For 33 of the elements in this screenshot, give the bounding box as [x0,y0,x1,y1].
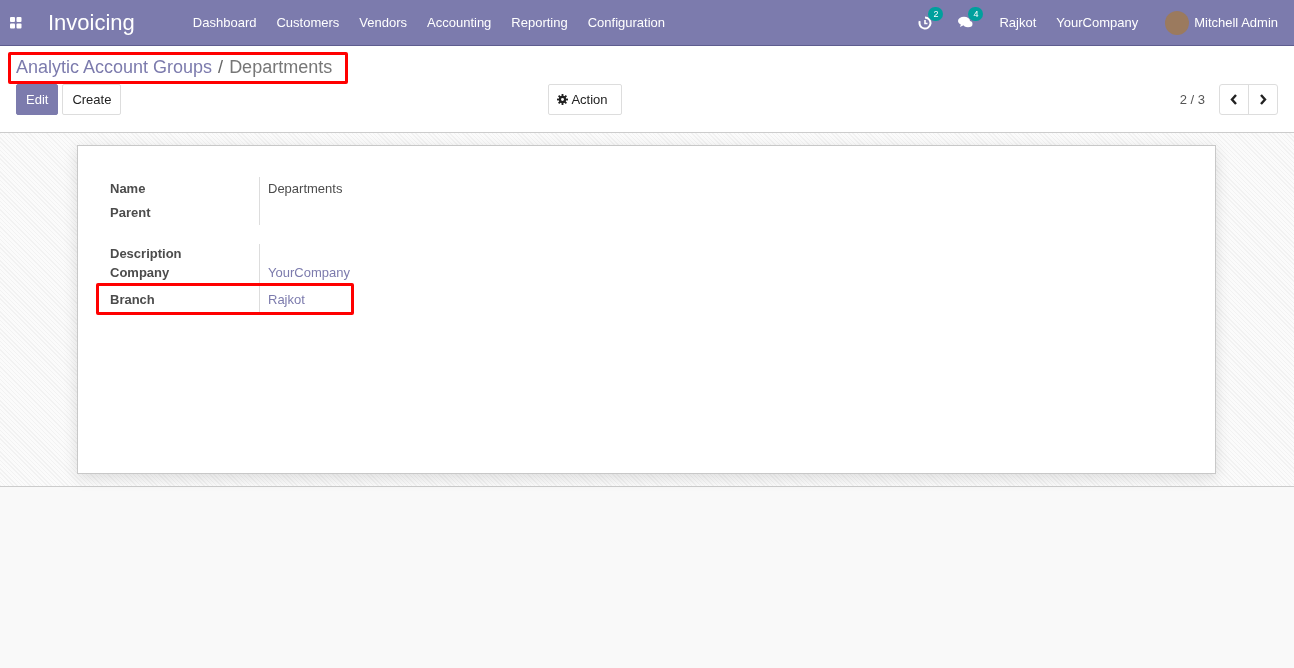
field-label: Description [110,244,260,263]
breadcrumb-current: Departments [229,57,333,78]
field-label: Name [110,177,260,201]
field-value: Departments [268,181,343,196]
field-value-link[interactable]: YourCompany [268,265,350,280]
menu-item[interactable]: Reporting [501,15,578,30]
activity-count-badge: 2 [928,6,944,21]
chat-bubbles-icon[interactable] [958,16,974,29]
menu-item[interactable]: Dashboard [182,15,267,30]
pager-counter: 2 / 3 [1179,92,1205,107]
clock-icon[interactable] [918,15,933,30]
form-button[interactable]: Create [62,84,122,115]
apps-menu-icon[interactable] [10,16,22,29]
branch-switcher[interactable]: Rajkot [999,15,1037,30]
app-title: Invoicing [48,9,135,36]
menu-item[interactable]: Accounting [417,15,502,30]
message-count-badge: 4 [968,7,984,21]
menu-item[interactable]: Vendors [349,15,417,30]
menu-item[interactable]: Customers [266,15,350,30]
breadcrumb-link[interactable]: Analytic Account Groups [16,57,213,78]
company-switcher[interactable]: YourCompany [1056,15,1139,30]
form-button[interactable]: Edit [16,84,59,115]
user-menu[interactable]: Mitchell Admin [1194,15,1278,30]
breadcrumb-separator: / [218,57,224,78]
action-button[interactable]: Action [548,84,622,115]
menu-item[interactable]: Configuration [577,15,676,30]
field-value-link[interactable]: Rajkot [268,292,305,307]
gear-icon [557,94,569,105]
chevron-left-icon [1230,94,1238,105]
field-label: Parent [110,201,260,225]
field-label: Company [110,263,260,282]
field-label: Branch [110,282,260,312]
chevron-right-icon [1259,94,1267,105]
